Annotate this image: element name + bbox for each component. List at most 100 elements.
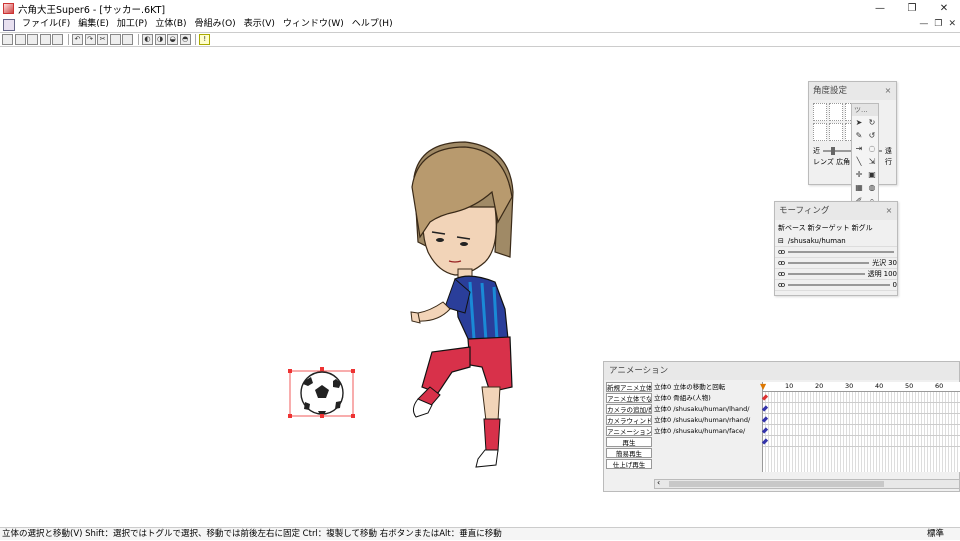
cut-icon[interactable]: ✂ bbox=[97, 34, 109, 45]
morph-slider-row[interactable]: ꝏ bbox=[775, 247, 897, 258]
track-label[interactable]: 立体0 骨組み(人物) bbox=[654, 393, 762, 404]
morph-slider-row[interactable]: ꝏ0 bbox=[775, 280, 897, 291]
timeline-row[interactable] bbox=[761, 425, 960, 436]
hint-icon[interactable]: ! bbox=[199, 34, 211, 45]
morph-tab-new-base[interactable]: 新ベース bbox=[778, 223, 806, 233]
morph-tab-new-target[interactable]: 新ターゲット bbox=[808, 223, 850, 233]
save-all-icon[interactable] bbox=[39, 34, 51, 45]
view1-icon[interactable]: ◐ bbox=[141, 34, 153, 45]
print-icon[interactable] bbox=[52, 34, 64, 45]
menu-window[interactable]: ウィンドウ(W) bbox=[279, 17, 348, 32]
soccer-ball[interactable] bbox=[288, 367, 355, 418]
transparency-label: 透明 bbox=[867, 270, 882, 278]
close-icon[interactable]: × bbox=[883, 205, 895, 217]
rotate-icon[interactable]: ↻ bbox=[866, 117, 878, 129]
add-camera-button[interactable]: カメラの追加/削除 bbox=[606, 404, 652, 414]
timeline-row[interactable] bbox=[761, 414, 960, 425]
scroll-thumb[interactable] bbox=[669, 481, 884, 487]
view4-icon[interactable]: ◓ bbox=[179, 34, 191, 45]
paste-icon[interactable] bbox=[122, 34, 134, 45]
remove-anim-solid-button[interactable]: アニメ立体でなくす bbox=[606, 393, 652, 403]
toolbar-separator bbox=[67, 34, 69, 45]
new-anim-solid-button[interactable]: 新規アニメ立体 bbox=[606, 382, 652, 392]
timeline-ruler[interactable]: ▼ 10 20 30 40 50 60 bbox=[760, 382, 960, 392]
copy-icon[interactable] bbox=[109, 34, 121, 45]
animation-buttons: 新規アニメ立体 アニメ立体でなくす カメラの追加/削除 カメラウィンドウに アニ… bbox=[606, 382, 652, 469]
playhead-icon[interactable]: ▼ bbox=[760, 382, 766, 391]
knife-icon[interactable]: ╲ bbox=[853, 156, 865, 168]
timeline-row[interactable] bbox=[761, 392, 960, 403]
menu-solid[interactable]: 立体(B) bbox=[151, 17, 190, 32]
animation-panel: アニメーション 新規アニメ立体 アニメ立体でなくす カメラの追加/削除 カメラウ… bbox=[603, 361, 960, 492]
add-point-icon[interactable]: ✛ bbox=[853, 169, 865, 181]
open-icon[interactable] bbox=[14, 34, 26, 45]
menu-edit[interactable]: 編集(E) bbox=[74, 17, 113, 32]
track-label[interactable]: 立体0 立体の移動と回転 bbox=[654, 382, 762, 393]
move-label[interactable]: 行 bbox=[885, 157, 892, 167]
angle-cell[interactable] bbox=[829, 103, 843, 121]
maximize-button[interactable]: ❐ bbox=[896, 0, 928, 17]
toolbar-separator bbox=[137, 34, 139, 45]
animation-panel-title: アニメーション bbox=[604, 362, 959, 380]
scale-icon[interactable]: ⇲ bbox=[866, 156, 878, 168]
loop-icon[interactable]: ↺ bbox=[866, 130, 878, 142]
save-icon[interactable] bbox=[27, 34, 39, 45]
view3-icon[interactable]: ◒ bbox=[167, 34, 179, 45]
move-icon[interactable]: ⇥ bbox=[853, 143, 865, 155]
document-icon[interactable] bbox=[3, 18, 15, 31]
mdi-minimize-button[interactable]: — bbox=[919, 17, 928, 32]
cube-icon[interactable]: ▦ bbox=[853, 182, 865, 194]
minimize-button[interactable]: — bbox=[864, 0, 896, 17]
undo-icon[interactable]: ↶ bbox=[71, 34, 83, 45]
character-model[interactable] bbox=[410, 141, 514, 468]
morph-slider-row[interactable]: ꝏ 透明 100 bbox=[775, 269, 897, 280]
timeline-scrollbar[interactable]: ‹ bbox=[654, 478, 960, 489]
menu-process[interactable]: 加工(P) bbox=[113, 17, 151, 32]
redo-icon[interactable]: ↷ bbox=[84, 34, 96, 45]
play-button[interactable]: 再生 bbox=[606, 437, 652, 447]
animation-settings-button[interactable]: アニメーション設定 bbox=[606, 426, 652, 436]
sphere-icon[interactable]: ◍ bbox=[866, 182, 878, 194]
keyframe-marker[interactable] bbox=[761, 416, 769, 423]
angle-cell[interactable] bbox=[813, 123, 827, 141]
window-title: 六角大王Super6 - [サッカー.6KT] bbox=[18, 4, 166, 16]
view2-icon[interactable]: ◑ bbox=[154, 34, 166, 45]
expand-icon[interactable]: ⊟ bbox=[778, 237, 784, 245]
slider-thumb[interactable] bbox=[831, 147, 835, 155]
menu-file[interactable]: ファイル(F) bbox=[18, 17, 74, 32]
track-label[interactable]: 立体0 /shusaku/human/lhand/ bbox=[654, 404, 762, 415]
angle-cell[interactable] bbox=[813, 103, 827, 121]
track-label[interactable]: 立体0 /shusaku/human/rhand/ bbox=[654, 415, 762, 426]
keyframe-marker[interactable] bbox=[761, 438, 769, 445]
menu-view[interactable]: 表示(V) bbox=[240, 17, 279, 32]
new-icon[interactable] bbox=[2, 34, 13, 45]
timeline[interactable]: ▼ 10 20 30 40 50 60 bbox=[760, 382, 960, 472]
mdi-close-button[interactable]: ✕ bbox=[948, 17, 956, 32]
keyframe-marker[interactable] bbox=[761, 394, 769, 401]
timeline-row[interactable] bbox=[761, 403, 960, 414]
camera-window-button[interactable]: カメラウィンドウに bbox=[606, 415, 652, 425]
transparency-value: 100 bbox=[883, 270, 897, 278]
close-button[interactable]: ✕ bbox=[928, 0, 960, 17]
menu-skeleton[interactable]: 骨組み(O) bbox=[191, 17, 240, 32]
menu-help[interactable]: ヘルプ(H) bbox=[348, 17, 397, 32]
scroll-left-icon[interactable]: ‹ bbox=[657, 478, 660, 487]
keyframe-marker[interactable] bbox=[761, 405, 769, 412]
lasso-icon[interactable]: ◌ bbox=[866, 143, 878, 155]
angle-cell[interactable] bbox=[829, 123, 843, 141]
box-icon[interactable]: ▣ bbox=[866, 169, 878, 181]
quick-play-button[interactable]: 簡易再生 bbox=[606, 448, 652, 458]
select-arrow-icon[interactable]: ➤ bbox=[853, 117, 865, 129]
morph-slider-row[interactable]: ꝏ 光沢 30 bbox=[775, 258, 897, 269]
close-icon[interactable]: × bbox=[882, 85, 894, 97]
morph-path-row[interactable]: ⊟ /shusaku/human bbox=[775, 236, 897, 247]
pen-icon[interactable]: ✎ bbox=[853, 130, 865, 142]
timeline-row[interactable] bbox=[761, 436, 960, 447]
final-play-button[interactable]: 仕上げ再生 bbox=[606, 459, 652, 469]
track-label[interactable]: 立体0 /shusaku/human/face/ bbox=[654, 426, 762, 437]
morph-tab-new-group[interactable]: 新グル bbox=[852, 223, 873, 233]
lens-label[interactable]: レンズ 広角 bbox=[813, 157, 850, 167]
mdi-restore-button[interactable]: ❐ bbox=[934, 17, 942, 32]
keyframe-marker[interactable] bbox=[761, 427, 769, 434]
status-mode: 標準 bbox=[926, 529, 944, 539]
